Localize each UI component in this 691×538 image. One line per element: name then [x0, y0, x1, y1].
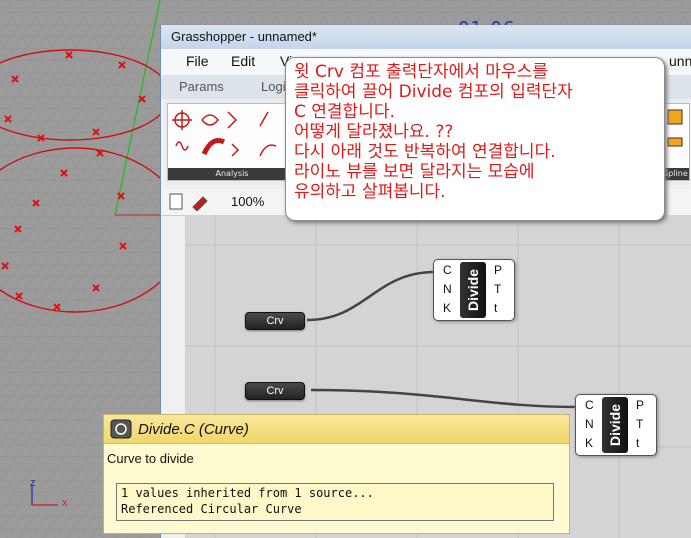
output-p[interactable]: P	[636, 398, 644, 412]
wire-2	[310, 388, 578, 409]
menu-edit[interactable]: Edit	[231, 53, 255, 69]
parameter-tooltip: Divide.C (Curve) Curve to divide 1 value…	[103, 414, 570, 534]
callout-line-4: 어떻게 달라졌나요. ??	[294, 122, 454, 142]
spline-panel: Spline	[661, 103, 690, 181]
tooltip-info-box: 1 values inherited from 1 source... Refe…	[116, 483, 554, 521]
input-c[interactable]: C	[443, 263, 452, 277]
crv-param-1[interactable]: Crv	[245, 312, 305, 330]
divide-name: Divide	[607, 403, 623, 447]
callout-line-5: 다시 아래 것도 반복하여 연결합니다.	[294, 142, 556, 162]
divide-name: Divide	[465, 268, 481, 312]
spline-component-icons[interactable]	[662, 104, 689, 168]
z-axis-label: z	[30, 477, 36, 489]
canvas-tool-icons[interactable]	[169, 193, 217, 211]
tab-params[interactable]: Params	[179, 79, 224, 94]
menu-trailing: unn	[669, 53, 691, 69]
output-lower-t[interactable]: t	[636, 436, 639, 450]
divide-core: Divide	[602, 397, 628, 453]
wire-1	[306, 270, 436, 322]
input-c[interactable]: C	[585, 398, 594, 412]
menu-file[interactable]: File	[186, 53, 209, 69]
callout-line-2: 클릭하여 끌어 Divide 컴포의 입력단자	[294, 82, 573, 102]
callout-line-1: 윗 Crv 컴포 출력단자에서 마우스를	[294, 62, 548, 82]
tab-logic[interactable]: Logi	[261, 79, 286, 94]
input-n[interactable]: N	[443, 282, 452, 296]
analysis-panel-label: Analysis	[168, 168, 296, 180]
divide-core: Divide	[460, 262, 486, 318]
analysis-panel: t Analysis	[167, 103, 297, 181]
window-title: Grasshopper - unnamed*	[171, 29, 317, 44]
tooltip-title: Divide.C (Curve)	[138, 421, 249, 438]
title-bar[interactable]: Grasshopper - unnamed*	[161, 25, 691, 49]
output-p[interactable]: P	[494, 263, 502, 277]
input-n[interactable]: N	[585, 417, 594, 431]
output-t[interactable]: T	[494, 282, 501, 296]
divide-component-2[interactable]: C N K Divide P T t	[575, 394, 657, 456]
output-lower-t[interactable]: t	[494, 301, 497, 315]
instruction-callout: 윗 Crv 컴포 출력단자에서 마우스를 클릭하여 끌어 Divide 컴포의 …	[285, 57, 665, 221]
callout-line-6: 라이노 뷰를 보면 달라지는 모습에	[294, 162, 535, 182]
callout-line-7: 유의하고 살펴봅니다.	[294, 182, 446, 202]
tooltip-info-line-1: 1 values inherited from 1 source...	[121, 486, 374, 500]
callout-line-3: C 연결합니다.	[294, 102, 395, 122]
spline-panel-label: Spline	[662, 168, 689, 180]
crv-param-2[interactable]: Crv	[245, 382, 305, 400]
tooltip-description: Curve to divide	[107, 451, 194, 466]
curve-param-icon	[110, 419, 132, 439]
tooltip-header: Divide.C (Curve)	[104, 415, 569, 444]
tooltip-info-line-2: Referenced Circular Curve	[121, 502, 302, 516]
input-k[interactable]: K	[443, 301, 451, 315]
zoom-level[interactable]: 100%	[231, 194, 264, 209]
input-k[interactable]: K	[585, 436, 593, 450]
x-axis-label: x	[62, 497, 68, 509]
output-t[interactable]: T	[636, 417, 643, 431]
analysis-component-icons[interactable]: t	[168, 104, 296, 168]
divide-component-1[interactable]: C N K Divide P T t	[433, 259, 515, 321]
